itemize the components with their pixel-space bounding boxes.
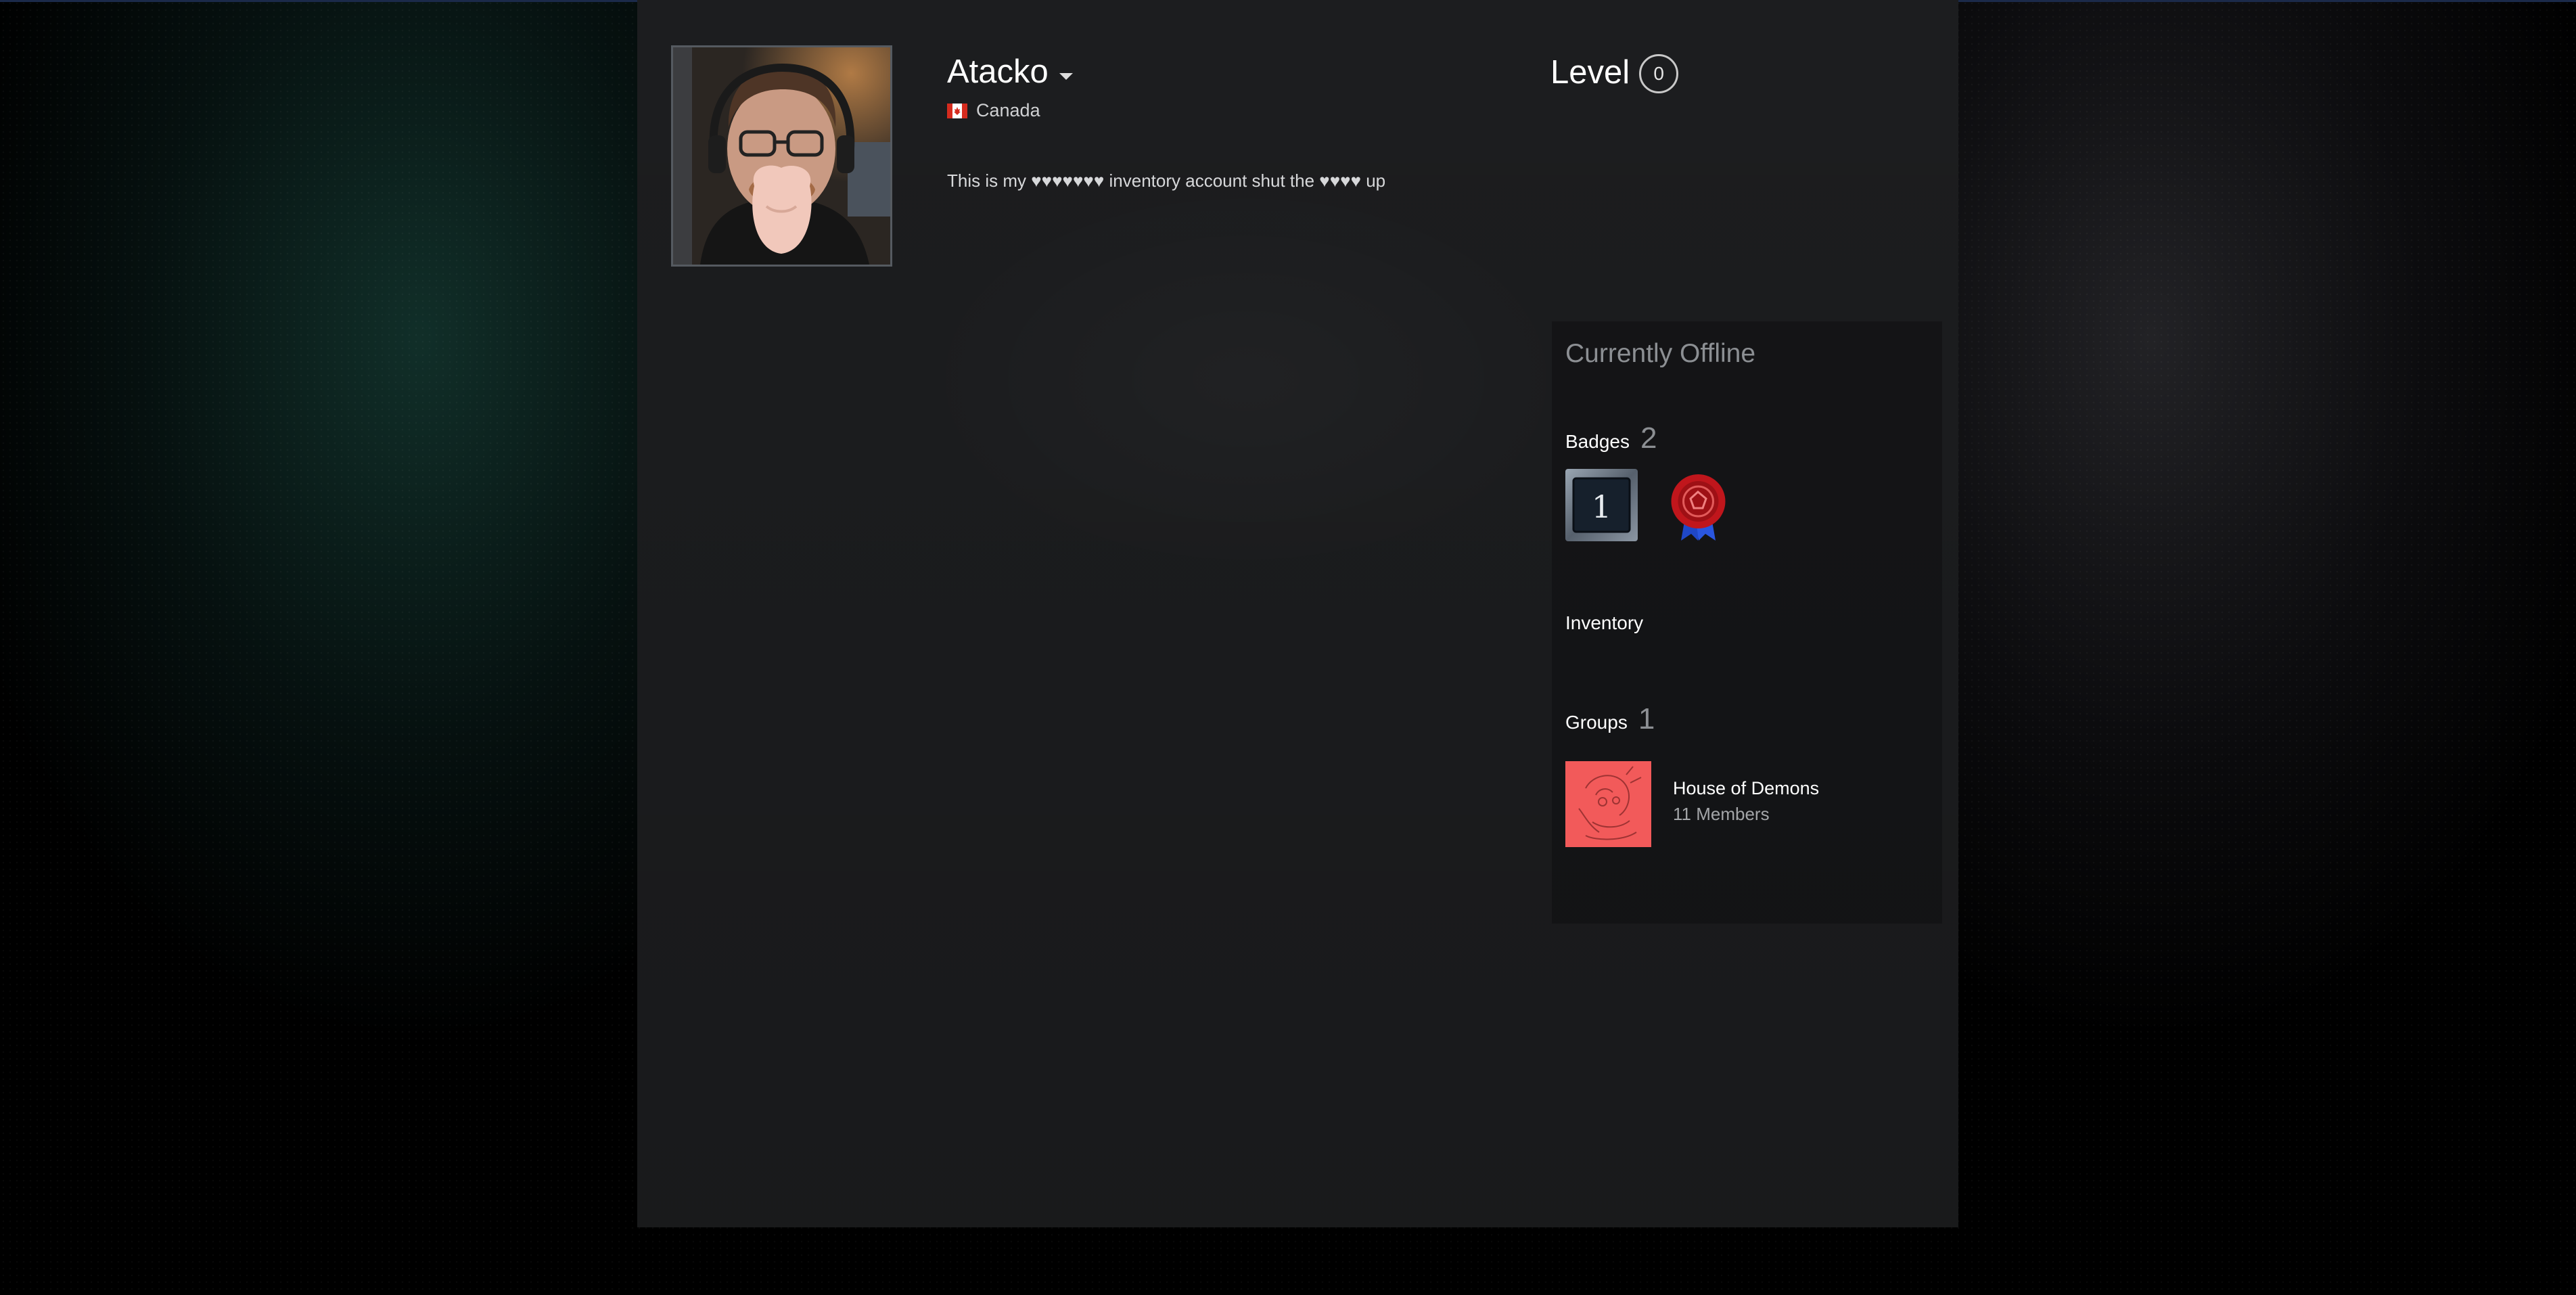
years-of-service-badge[interactable]: 1: [1565, 469, 1638, 541]
badges-section-link[interactable]: Badges 2: [1565, 422, 1657, 455]
group-item[interactable]: House of Demons 11 Members: [1565, 761, 1819, 847]
persona-name: Atacko: [947, 53, 1049, 90]
wax-seal-badge[interactable]: [1662, 469, 1734, 541]
badges-row: 1: [1565, 469, 1759, 541]
badges-label: Badges: [1565, 431, 1630, 452]
wax-seal-ribbon-badge-icon: [1671, 474, 1726, 541]
country-name: Canada: [976, 100, 1040, 120]
persona-name-dropdown[interactable]: Atacko: [947, 51, 1073, 92]
demon-sketch-icon: [1565, 761, 1651, 847]
profile-panel: Atacko Canada This is my ♥♥♥♥♥♥♥ invento…: [637, 0, 1958, 1227]
badge-years-text: 1: [1592, 489, 1611, 525]
profile-location: Canada: [947, 100, 1040, 121]
canada-flag-icon: [947, 103, 967, 118]
inventory-label: Inventory: [1565, 612, 1644, 633]
years-of-service-badge-icon: 1: [1565, 469, 1638, 541]
group-text: House of Demons 11 Members: [1673, 776, 1819, 827]
group-member-count: 11 Members: [1673, 804, 1770, 824]
profile-avatar[interactable]: [671, 45, 892, 267]
groups-label: Groups: [1565, 712, 1628, 733]
inventory-section-link[interactable]: Inventory: [1565, 612, 1643, 634]
groups-section-link[interactable]: Groups 1: [1565, 702, 1655, 736]
online-status: Currently Offline: [1565, 339, 1756, 368]
avatar-photo-icon: [673, 47, 890, 265]
level-value: 0: [1653, 63, 1664, 84]
group-avatar[interactable]: [1565, 761, 1651, 847]
profile-sidebar: Currently Offline Badges 2 1 Inventory G…: [1552, 321, 1942, 924]
profile-summary: This is my ♥♥♥♥♥♥♥ inventory account shu…: [947, 171, 1386, 191]
level-label: Level: [1550, 54, 1630, 91]
group-name-link[interactable]: House of Demons: [1673, 776, 1819, 800]
badges-count: 2: [1640, 422, 1657, 455]
level-badge[interactable]: 0: [1639, 54, 1679, 93]
chevron-down-icon[interactable]: [1059, 73, 1073, 80]
groups-count: 1: [1638, 702, 1655, 735]
profile-level: Level 0: [1550, 51, 1679, 93]
